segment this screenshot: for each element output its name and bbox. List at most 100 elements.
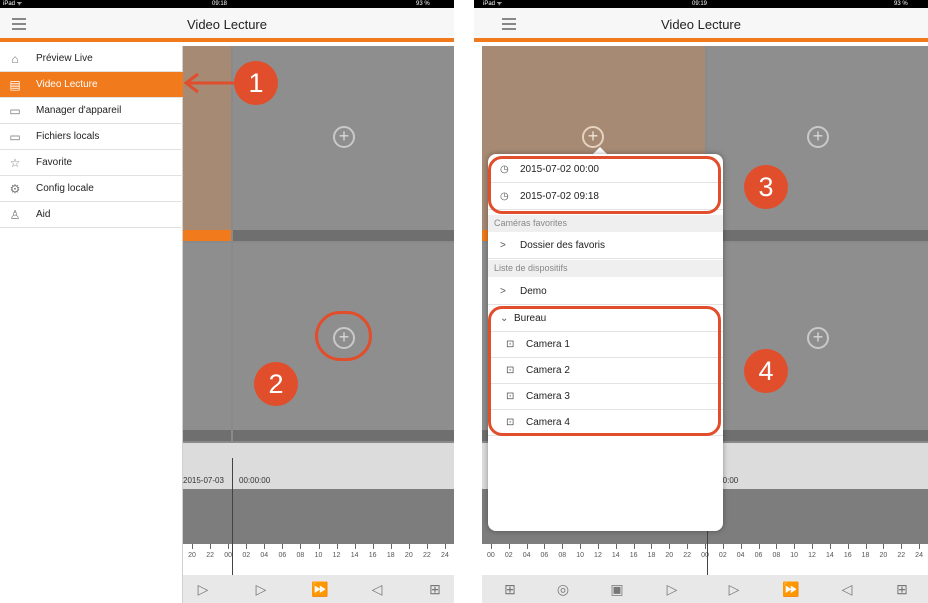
sidebar: ⌂ Préview Live ▤ Video Lecture ▭ Manager… <box>0 46 183 603</box>
ruler-tick-label: 14 <box>350 552 359 559</box>
user-icon: ♙ <box>9 208 21 222</box>
camera-icon: ⌂ <box>11 52 19 66</box>
ruler-tick <box>264 544 266 549</box>
video-grid: + + <box>183 46 454 443</box>
ruler-tick-label: 22 <box>422 552 431 559</box>
ruler-tick-label: 14 <box>825 552 834 559</box>
left-screen: iPad ᯤ 09:18 93 % Video Lecture + + 2015… <box>0 0 454 603</box>
sidebar-item-aid[interactable]: ♙ Aid <box>0 202 183 228</box>
nav-bar: Video Lecture <box>0 8 454 42</box>
fast-forward-icon[interactable]: ⏩ <box>311 581 328 597</box>
ruler-tick <box>282 544 284 549</box>
status-bar: iPad ᯤ 09:18 93 % <box>0 0 454 8</box>
sidebar-item-label: Fichiers locals <box>36 131 100 142</box>
snapshot-icon[interactable]: ◎ <box>555 581 571 597</box>
step-play-icon[interactable]: ▷ <box>195 581 211 597</box>
page-title: Video Lecture <box>187 17 267 32</box>
clock: 09:19 <box>692 1 708 7</box>
step-marker-4: 4 <box>744 349 788 393</box>
page-title: Video Lecture <box>661 17 741 32</box>
ruler-tick <box>633 544 635 549</box>
battery-level: 93 % <box>416 1 430 7</box>
device-label: Demo <box>520 286 547 297</box>
time-ruler[interactable]: 00 02 04 06 08 10 12 14 16 18 20 22 00 02 04 06 08 10 12 14… <box>482 544 928 574</box>
ruler-tick <box>526 544 528 549</box>
add-camera-icon[interactable]: + <box>333 126 355 148</box>
video-cell[interactable] <box>183 243 231 430</box>
ruler-tick-label: 08 <box>296 552 305 559</box>
ruler-tick <box>687 544 689 549</box>
layout-icon[interactable]: ⊞ <box>894 581 910 597</box>
sidebar-item-video-lecture[interactable]: ▤ Video Lecture <box>0 72 183 98</box>
play-icon[interactable]: ▷ <box>726 581 742 597</box>
ruler-tick <box>390 544 392 549</box>
battery-level: 93 % <box>894 1 908 7</box>
add-camera-icon[interactable]: + <box>807 126 829 148</box>
volume-icon[interactable]: ◁ <box>839 581 855 597</box>
step-play-icon[interactable]: ▷ <box>664 581 680 597</box>
ruler-tick <box>829 544 831 549</box>
ruler-tick <box>776 544 778 549</box>
ruler-tick-label: 10 <box>790 552 799 559</box>
sidebar-item-local-config[interactable]: ⚙ Config locale <box>0 176 183 202</box>
ruler-tick-label: 00 <box>487 552 495 559</box>
fast-forward-icon[interactable]: ⏩ <box>782 581 799 597</box>
cell-footer <box>233 430 454 441</box>
sidebar-item-label: Aid <box>36 209 51 220</box>
playhead[interactable] <box>232 458 233 578</box>
cell-footer <box>183 230 231 241</box>
ruler-tick-label: 24 <box>441 552 449 559</box>
ruler-tick <box>580 544 582 549</box>
ruler-tick <box>722 544 724 549</box>
device-row-demo[interactable]: > Demo <box>488 279 723 305</box>
device-icon: ▭ <box>9 104 21 118</box>
sidebar-item-favorite[interactable]: ☆ Favorite <box>0 150 183 176</box>
ruler-tick <box>705 544 706 549</box>
star-icon: ☆ <box>9 156 21 170</box>
video-cell[interactable]: + <box>707 46 928 230</box>
layout-icon[interactable]: ⊞ <box>427 581 443 597</box>
status-bar: iPad ᯤ 09:19 93 % <box>474 0 928 8</box>
favorites-folder-label: Dossier des favoris <box>520 240 606 251</box>
ruler-tick-label: 22 <box>683 552 692 559</box>
ruler-tick <box>336 544 338 549</box>
play-icon[interactable]: ▷ <box>253 581 269 597</box>
layout-settings-icon[interactable]: ⊞ <box>502 581 518 597</box>
record-icon[interactable]: ▣ <box>609 581 625 597</box>
ruler-tick-label: 06 <box>278 552 287 559</box>
sidebar-item-label: Manager d'appareil <box>36 105 122 116</box>
ruler-tick <box>300 544 302 549</box>
arrow-annotation <box>183 72 238 94</box>
sidebar-item-preview-live[interactable]: ⌂ Préview Live <box>0 46 183 72</box>
ruler-tick <box>651 544 653 549</box>
ruler-tick <box>444 544 446 549</box>
add-camera-icon[interactable]: + <box>807 327 829 349</box>
volume-icon[interactable]: ◁ <box>369 581 385 597</box>
timeline-track[interactable] <box>183 489 454 544</box>
step-marker-1: 1 <box>234 61 278 105</box>
ruler-tick-label: 08 <box>558 552 567 559</box>
sidebar-item-label: Favorite <box>36 157 73 168</box>
ruler-tick-label: 22 <box>897 552 906 559</box>
clock: 09:18 <box>212 1 228 7</box>
sidebar-item-local-files[interactable]: ▭ Fichiers locals <box>0 124 183 150</box>
ruler-tick-label: 12 <box>808 552 816 559</box>
folder-icon: ▭ <box>9 130 21 144</box>
gear-icon: ⚙ <box>9 182 21 196</box>
playhead[interactable] <box>707 530 708 578</box>
playback-toolbar: ⊞ ◎ ▣ ▷ ▷ ⏩ ◁ ⊞ <box>482 575 928 603</box>
add-camera-icon[interactable]: + <box>582 126 604 148</box>
favorites-folder-row[interactable]: > Dossier des favoris <box>488 233 723 259</box>
sidebar-item-device-manager[interactable]: ▭ Manager d'appareil <box>0 98 183 124</box>
timeline-date: 2015-07-03 <box>183 476 224 485</box>
ruler-tick-label: 20 <box>665 552 674 559</box>
ruler-tick-label: 24 <box>915 552 923 559</box>
film-icon: ▤ <box>9 78 21 92</box>
ruler-tick <box>883 544 885 549</box>
ruler-tick <box>562 544 564 549</box>
video-cell[interactable]: + <box>707 243 928 430</box>
ruler-tick <box>901 544 903 549</box>
chevron-right-icon: > <box>500 240 506 251</box>
ruler-tick-label: 14 <box>611 552 620 559</box>
time-ruler[interactable]: 20 22 00 02 04 06 08 10 12 14 16 18 20 22 24 <box>183 544 454 574</box>
